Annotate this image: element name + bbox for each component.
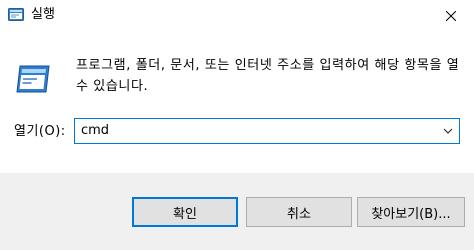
window-title: 실행: [31, 7, 55, 22]
dialog-content: 프로그램, 폴더, 문서, 또는 인터넷 주소를 입력하여 해당 항목을 열 수…: [0, 32, 474, 173]
instruction-text: 프로그램, 폴더, 문서, 또는 인터넷 주소를 입력하여 해당 항목을 열 수…: [76, 58, 460, 94]
close-button[interactable]: [428, 0, 474, 32]
command-input[interactable]: cmd: [81, 122, 109, 140]
button-bar: 확인 취소 찾아보기(B)...: [0, 173, 474, 250]
browse-button[interactable]: 찾아보기(B)...: [357, 197, 465, 227]
run-dialog-icon: [8, 8, 24, 21]
title-bar[interactable]: 실행: [0, 0, 474, 32]
run-program-icon: [16, 65, 50, 93]
close-icon: [446, 11, 456, 21]
open-label: 열기(O):: [14, 124, 66, 139]
ok-button[interactable]: 확인: [132, 197, 238, 227]
open-combobox[interactable]: cmd: [74, 118, 460, 144]
chevron-down-icon[interactable]: [441, 124, 455, 138]
cancel-button[interactable]: 취소: [246, 197, 352, 227]
